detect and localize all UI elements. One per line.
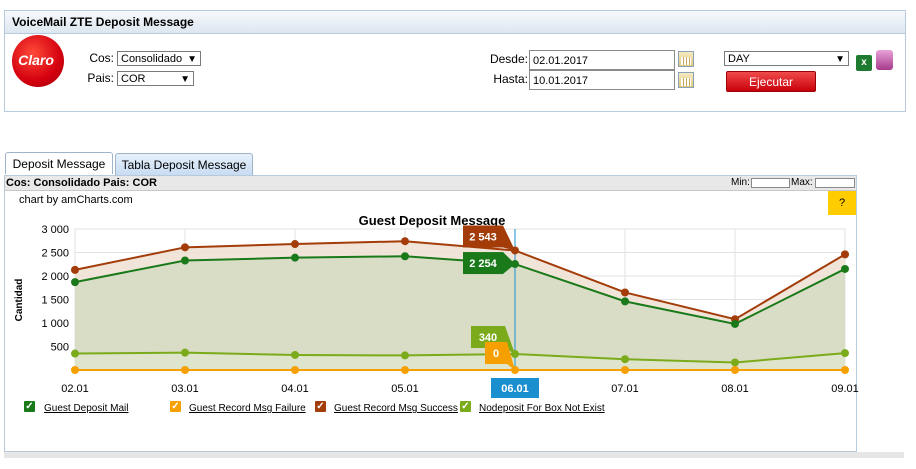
data-point[interactable] <box>841 349 849 358</box>
data-point[interactable] <box>181 348 189 357</box>
data-point[interactable] <box>731 358 739 367</box>
legend-checkbox-guest-record-msg-success[interactable]: ✓ <box>315 401 326 412</box>
data-point[interactable] <box>71 278 79 287</box>
data-point[interactable] <box>291 366 299 374</box>
data-point[interactable] <box>841 250 849 259</box>
legend-checkbox-guest-deposit-mail[interactable]: ✓ <box>24 401 35 412</box>
data-point[interactable] <box>621 366 629 374</box>
y-tick-label: 500 <box>51 342 69 354</box>
data-point[interactable] <box>291 240 299 249</box>
y-tick-label: 1 500 <box>41 295 69 307</box>
legend-item-nodeposit-for-box-not-exist[interactable]: Nodeposit For Box Not Exist <box>479 403 605 414</box>
y-axis-label: Cantidad <box>14 279 25 322</box>
x-tick-label: 09.01 <box>831 383 859 395</box>
data-point[interactable] <box>621 355 629 364</box>
legend-item-guest-record-msg-success[interactable]: Guest Record Msg Success <box>334 403 458 414</box>
tooltip-value: 2 254 <box>469 258 497 270</box>
data-point[interactable] <box>621 288 629 297</box>
data-point[interactable] <box>71 349 79 358</box>
data-point[interactable] <box>401 252 409 261</box>
data-point[interactable] <box>181 256 189 265</box>
data-point[interactable] <box>181 366 189 374</box>
y-tick-label: 1 000 <box>41 318 69 330</box>
y-tick-label: 2 500 <box>41 248 69 260</box>
x-tick-label: 05.01 <box>391 383 419 395</box>
data-point[interactable] <box>401 366 409 374</box>
data-point[interactable] <box>71 265 79 274</box>
data-point[interactable] <box>401 351 409 360</box>
data-point[interactable] <box>841 366 849 374</box>
legend-item-guest-deposit-mail[interactable]: Guest Deposit Mail <box>44 403 128 414</box>
data-point[interactable] <box>71 366 79 374</box>
x-tick-label: 08.01 <box>721 383 749 395</box>
x-tick-label: 03.01 <box>171 383 199 395</box>
y-tick-label: 3 000 <box>41 224 69 236</box>
data-point[interactable] <box>731 366 739 374</box>
chart-canvas: Guest Deposit Message Cantidad 5001 0001… <box>14 213 859 398</box>
y-tick-label: 2 000 <box>41 271 69 283</box>
data-point[interactable] <box>291 253 299 262</box>
plot-area: 500 1 000 1 500 2 000 2 500 3 000 02.01 03.01 04… <box>41 224 859 398</box>
data-point[interactable] <box>731 319 739 328</box>
data-point[interactable] <box>181 243 189 252</box>
legend-checkbox-nodeposit-for-box-not-exist[interactable]: ✓ <box>460 401 471 412</box>
data-point[interactable] <box>621 297 629 306</box>
legend-checkbox-guest-record-msg-failure[interactable]: ✓ <box>170 401 181 412</box>
legend-item-guest-record-msg-failure[interactable]: Guest Record Msg Failure <box>189 403 306 414</box>
data-point[interactable] <box>291 350 299 359</box>
tooltip-value: 2 543 <box>469 231 497 243</box>
cursor-category-label: 06.01 <box>501 383 529 395</box>
data-point[interactable] <box>841 264 849 273</box>
tooltip-value: 0 <box>493 348 499 360</box>
x-tick-label: 02.01 <box>61 383 89 395</box>
x-tick-label: 07.01 <box>611 383 639 395</box>
scrollbar-track[interactable] <box>4 452 904 458</box>
data-point[interactable] <box>401 237 409 246</box>
x-tick-label: 04.01 <box>281 383 309 395</box>
